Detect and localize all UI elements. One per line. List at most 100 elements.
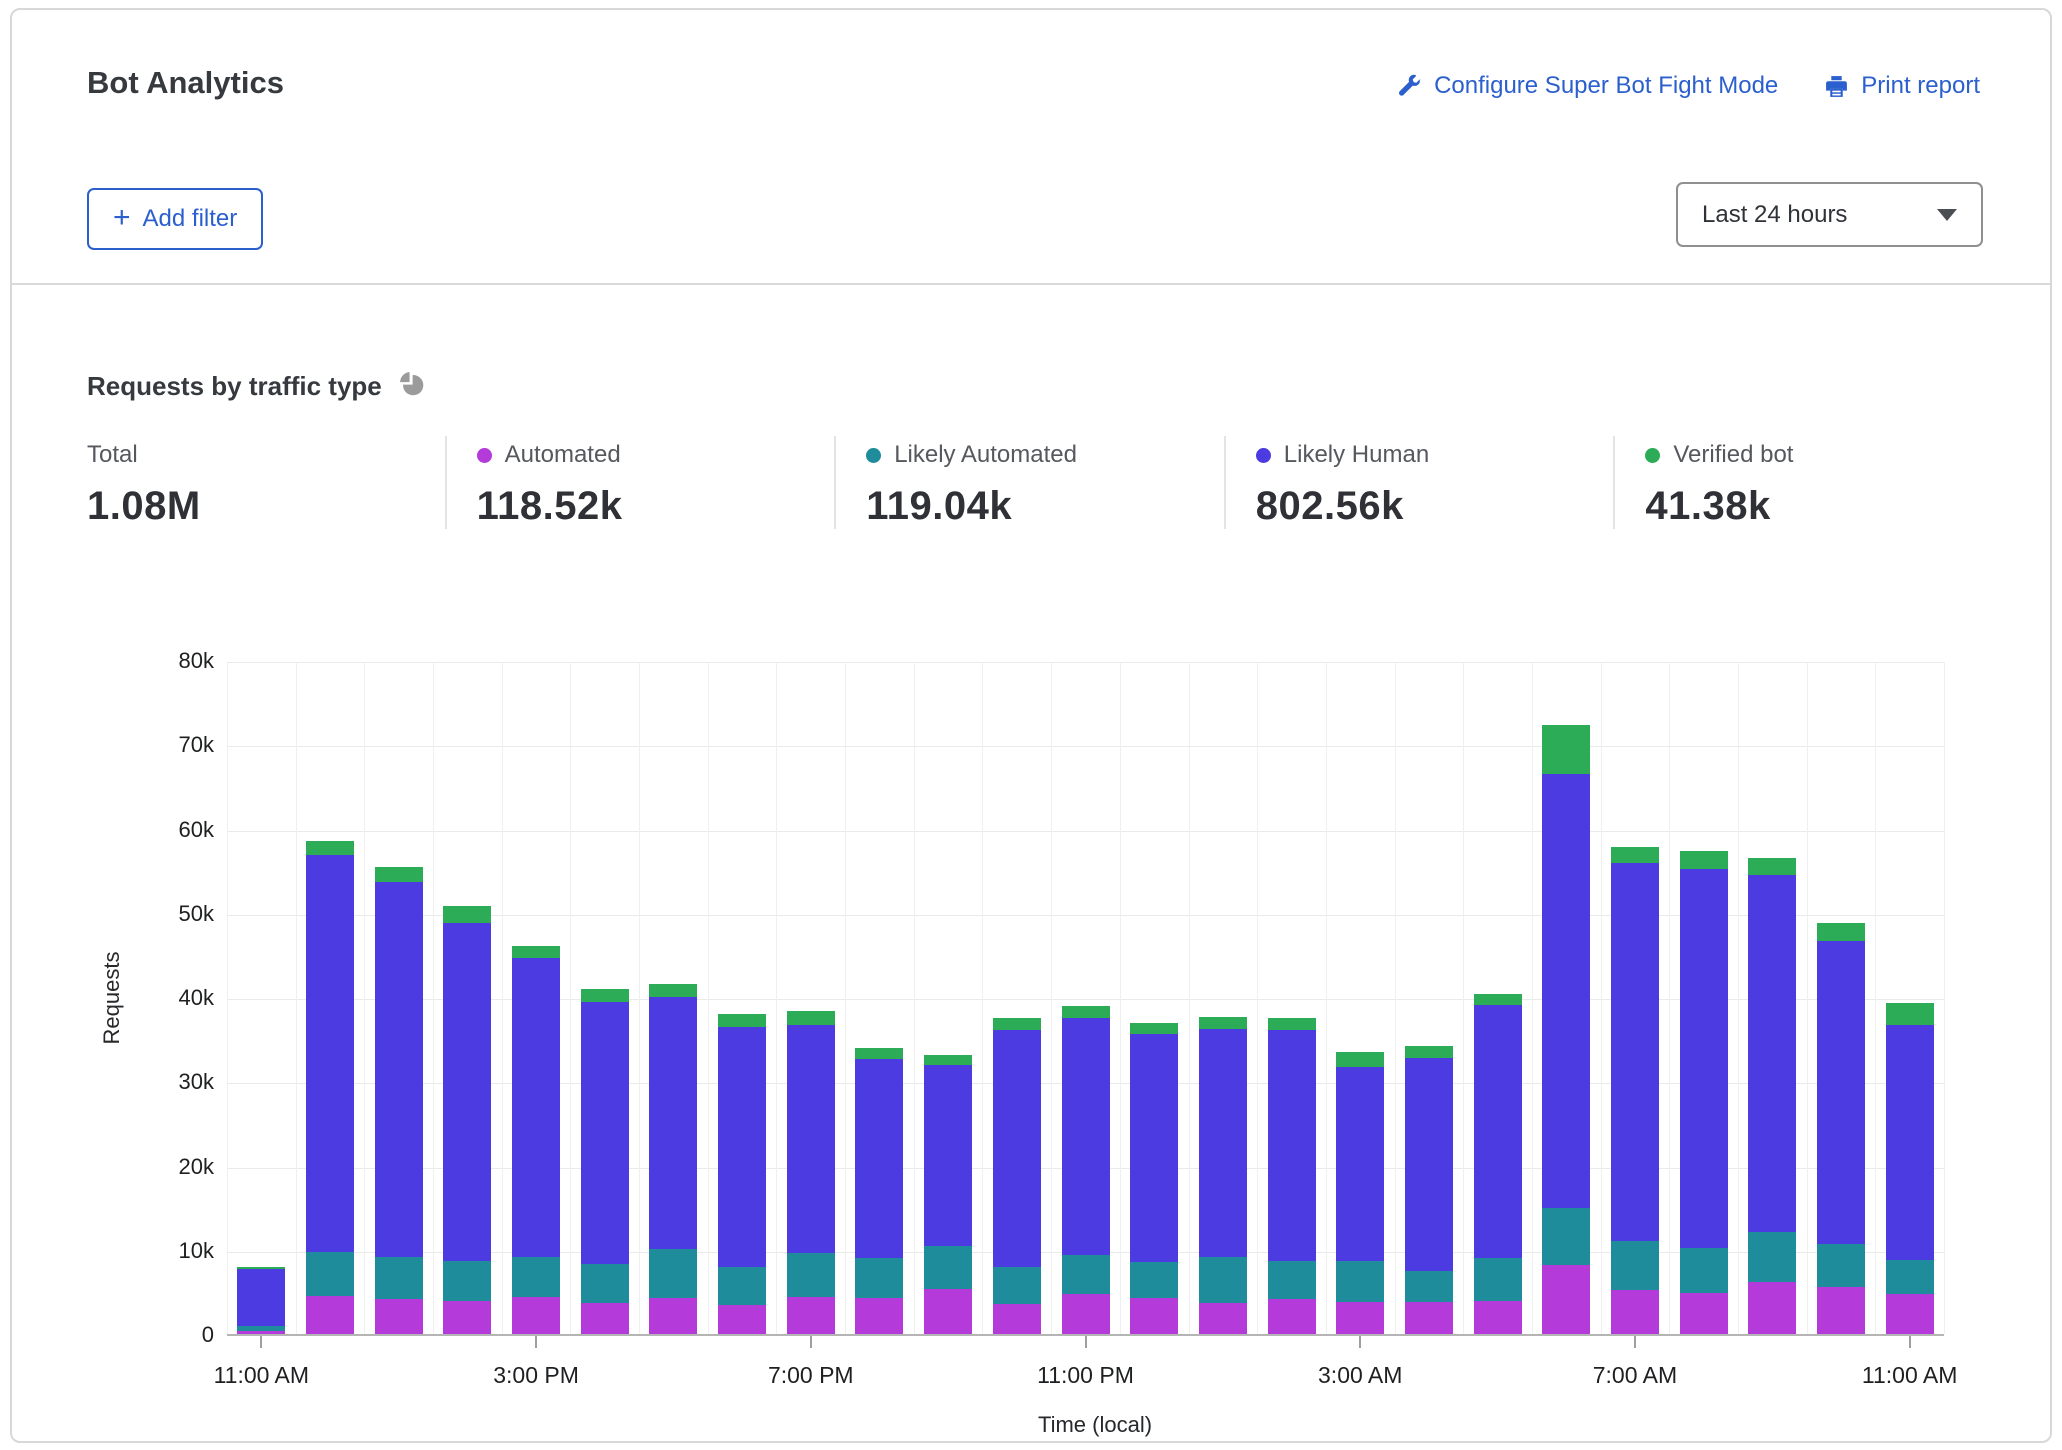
bar-segment-likely-human[interactable]: [1336, 1067, 1384, 1261]
bar-segment-likely-automated[interactable]: [1336, 1261, 1384, 1302]
bar-segment-verified-bot[interactable]: [1268, 1018, 1316, 1030]
bar-segment-likely-automated[interactable]: [993, 1267, 1041, 1303]
bar-segment-automated[interactable]: [1268, 1299, 1316, 1334]
configure-super-bot-fight-mode-link[interactable]: Configure Super Bot Fight Mode: [1397, 72, 1778, 100]
chart-bar-2-00-am[interactable]: [1268, 1018, 1316, 1334]
chart-bar-3-00-pm[interactable]: [512, 946, 560, 1334]
bar-segment-likely-human[interactable]: [787, 1025, 835, 1253]
bar-segment-automated[interactable]: [375, 1299, 423, 1334]
bar-segment-likely-automated[interactable]: [855, 1258, 903, 1298]
bar-segment-likely-automated[interactable]: [787, 1253, 835, 1297]
bar-segment-likely-human[interactable]: [1886, 1025, 1934, 1260]
chart-bar-4-00-pm[interactable]: [581, 989, 629, 1334]
bar-segment-likely-human[interactable]: [718, 1027, 766, 1267]
bar-segment-verified-bot[interactable]: [718, 1014, 766, 1027]
bar-segment-automated[interactable]: [993, 1304, 1041, 1334]
bar-segment-likely-human[interactable]: [1680, 869, 1728, 1248]
bar-segment-likely-human[interactable]: [1062, 1018, 1110, 1255]
bar-segment-likely-automated[interactable]: [1542, 1208, 1590, 1265]
bar-segment-automated[interactable]: [1336, 1302, 1384, 1334]
bar-segment-likely-human[interactable]: [1405, 1058, 1453, 1271]
bar-segment-verified-bot[interactable]: [1130, 1023, 1178, 1034]
bar-segment-automated[interactable]: [787, 1297, 835, 1334]
bar-segment-verified-bot[interactable]: [855, 1048, 903, 1059]
bar-segment-verified-bot[interactable]: [1611, 847, 1659, 863]
chart-bar-12-00-am[interactable]: [1130, 1023, 1178, 1334]
bar-segment-likely-human[interactable]: [443, 923, 491, 1261]
chart-bar-11-00-pm[interactable]: [1062, 1006, 1110, 1334]
bar-segment-verified-bot[interactable]: [993, 1018, 1041, 1030]
bar-segment-likely-human[interactable]: [306, 855, 354, 1253]
bar-segment-likely-human[interactable]: [1474, 1005, 1522, 1258]
bar-segment-likely-human[interactable]: [581, 1002, 629, 1264]
bar-segment-likely-automated[interactable]: [1130, 1262, 1178, 1298]
chart-bar-10-00-am[interactable]: [1817, 923, 1865, 1334]
chart-bar-1-00-pm[interactable]: [375, 867, 423, 1334]
bar-segment-likely-automated[interactable]: [512, 1257, 560, 1297]
bar-segment-likely-automated[interactable]: [1405, 1271, 1453, 1302]
bar-segment-likely-human[interactable]: [649, 997, 697, 1249]
bar-segment-likely-human[interactable]: [237, 1269, 285, 1326]
chart-bar-1-00-am[interactable]: [1199, 1017, 1247, 1334]
chart-bar-5-00-am[interactable]: [1474, 994, 1522, 1334]
bar-segment-automated[interactable]: [924, 1289, 972, 1334]
bar-segment-automated[interactable]: [512, 1297, 560, 1334]
bar-segment-automated[interactable]: [1886, 1294, 1934, 1334]
bar-segment-likely-automated[interactable]: [1680, 1248, 1728, 1293]
bar-segment-likely-human[interactable]: [1817, 941, 1865, 1244]
bar-segment-verified-bot[interactable]: [649, 984, 697, 997]
bar-segment-verified-bot[interactable]: [924, 1055, 972, 1065]
bar-segment-verified-bot[interactable]: [1542, 725, 1590, 774]
bar-segment-verified-bot[interactable]: [375, 867, 423, 882]
bar-segment-automated[interactable]: [1405, 1302, 1453, 1334]
bar-segment-likely-automated[interactable]: [1886, 1260, 1934, 1295]
chart-bar-11-00-am[interactable]: [1886, 1003, 1934, 1334]
bar-segment-likely-human[interactable]: [924, 1065, 972, 1245]
bar-segment-likely-automated[interactable]: [924, 1246, 972, 1289]
bar-segment-verified-bot[interactable]: [1474, 994, 1522, 1006]
print-report-link[interactable]: Print report: [1824, 72, 1980, 100]
bar-segment-verified-bot[interactable]: [787, 1011, 835, 1024]
bar-segment-likely-automated[interactable]: [443, 1261, 491, 1301]
bar-segment-automated[interactable]: [306, 1296, 354, 1334]
chart-bar-9-00-am[interactable]: [1748, 858, 1796, 1334]
bar-segment-likely-automated[interactable]: [649, 1249, 697, 1298]
bar-segment-likely-automated[interactable]: [1062, 1255, 1110, 1294]
bar-segment-automated[interactable]: [237, 1331, 285, 1334]
bar-segment-automated[interactable]: [855, 1298, 903, 1334]
chart-bar-9-00-pm[interactable]: [924, 1055, 972, 1334]
time-range-select[interactable]: Last 24 hours: [1676, 182, 1983, 247]
bar-segment-automated[interactable]: [1611, 1290, 1659, 1334]
chart-bar-12-00-pm[interactable]: [306, 841, 354, 1334]
chart-bar-8-00-pm[interactable]: [855, 1048, 903, 1334]
chart-bar-2-00-pm[interactable]: [443, 906, 491, 1334]
chart-bar-3-00-am[interactable]: [1336, 1052, 1384, 1334]
bar-segment-verified-bot[interactable]: [512, 946, 560, 959]
bar-segment-likely-automated[interactable]: [1748, 1232, 1796, 1282]
bar-segment-likely-human[interactable]: [1268, 1030, 1316, 1261]
bar-segment-automated[interactable]: [443, 1301, 491, 1334]
bar-segment-automated[interactable]: [1817, 1287, 1865, 1334]
bar-segment-likely-automated[interactable]: [306, 1252, 354, 1296]
chart-bar-10-00-pm[interactable]: [993, 1018, 1041, 1334]
bar-segment-likely-human[interactable]: [1130, 1034, 1178, 1261]
chart-bar-7-00-am[interactable]: [1611, 847, 1659, 1334]
bar-segment-verified-bot[interactable]: [1336, 1052, 1384, 1067]
bar-segment-verified-bot[interactable]: [1405, 1046, 1453, 1058]
bar-segment-automated[interactable]: [718, 1305, 766, 1334]
bar-segment-automated[interactable]: [1474, 1301, 1522, 1334]
chart-bar-6-00-am[interactable]: [1542, 725, 1590, 1334]
bar-segment-automated[interactable]: [1542, 1265, 1590, 1334]
bar-segment-likely-human[interactable]: [855, 1059, 903, 1258]
bar-segment-likely-automated[interactable]: [1199, 1257, 1247, 1302]
bar-segment-likely-human[interactable]: [1542, 774, 1590, 1208]
bar-segment-likely-automated[interactable]: [1817, 1244, 1865, 1287]
chart-bar-8-00-am[interactable]: [1680, 851, 1728, 1334]
bar-segment-verified-bot[interactable]: [581, 989, 629, 1002]
bar-segment-automated[interactable]: [1680, 1293, 1728, 1334]
chart-bar-6-00-pm[interactable]: [718, 1014, 766, 1334]
bar-segment-verified-bot[interactable]: [1680, 851, 1728, 869]
bar-segment-likely-automated[interactable]: [375, 1257, 423, 1300]
bar-segment-automated[interactable]: [1199, 1303, 1247, 1334]
bar-segment-verified-bot[interactable]: [1748, 858, 1796, 875]
